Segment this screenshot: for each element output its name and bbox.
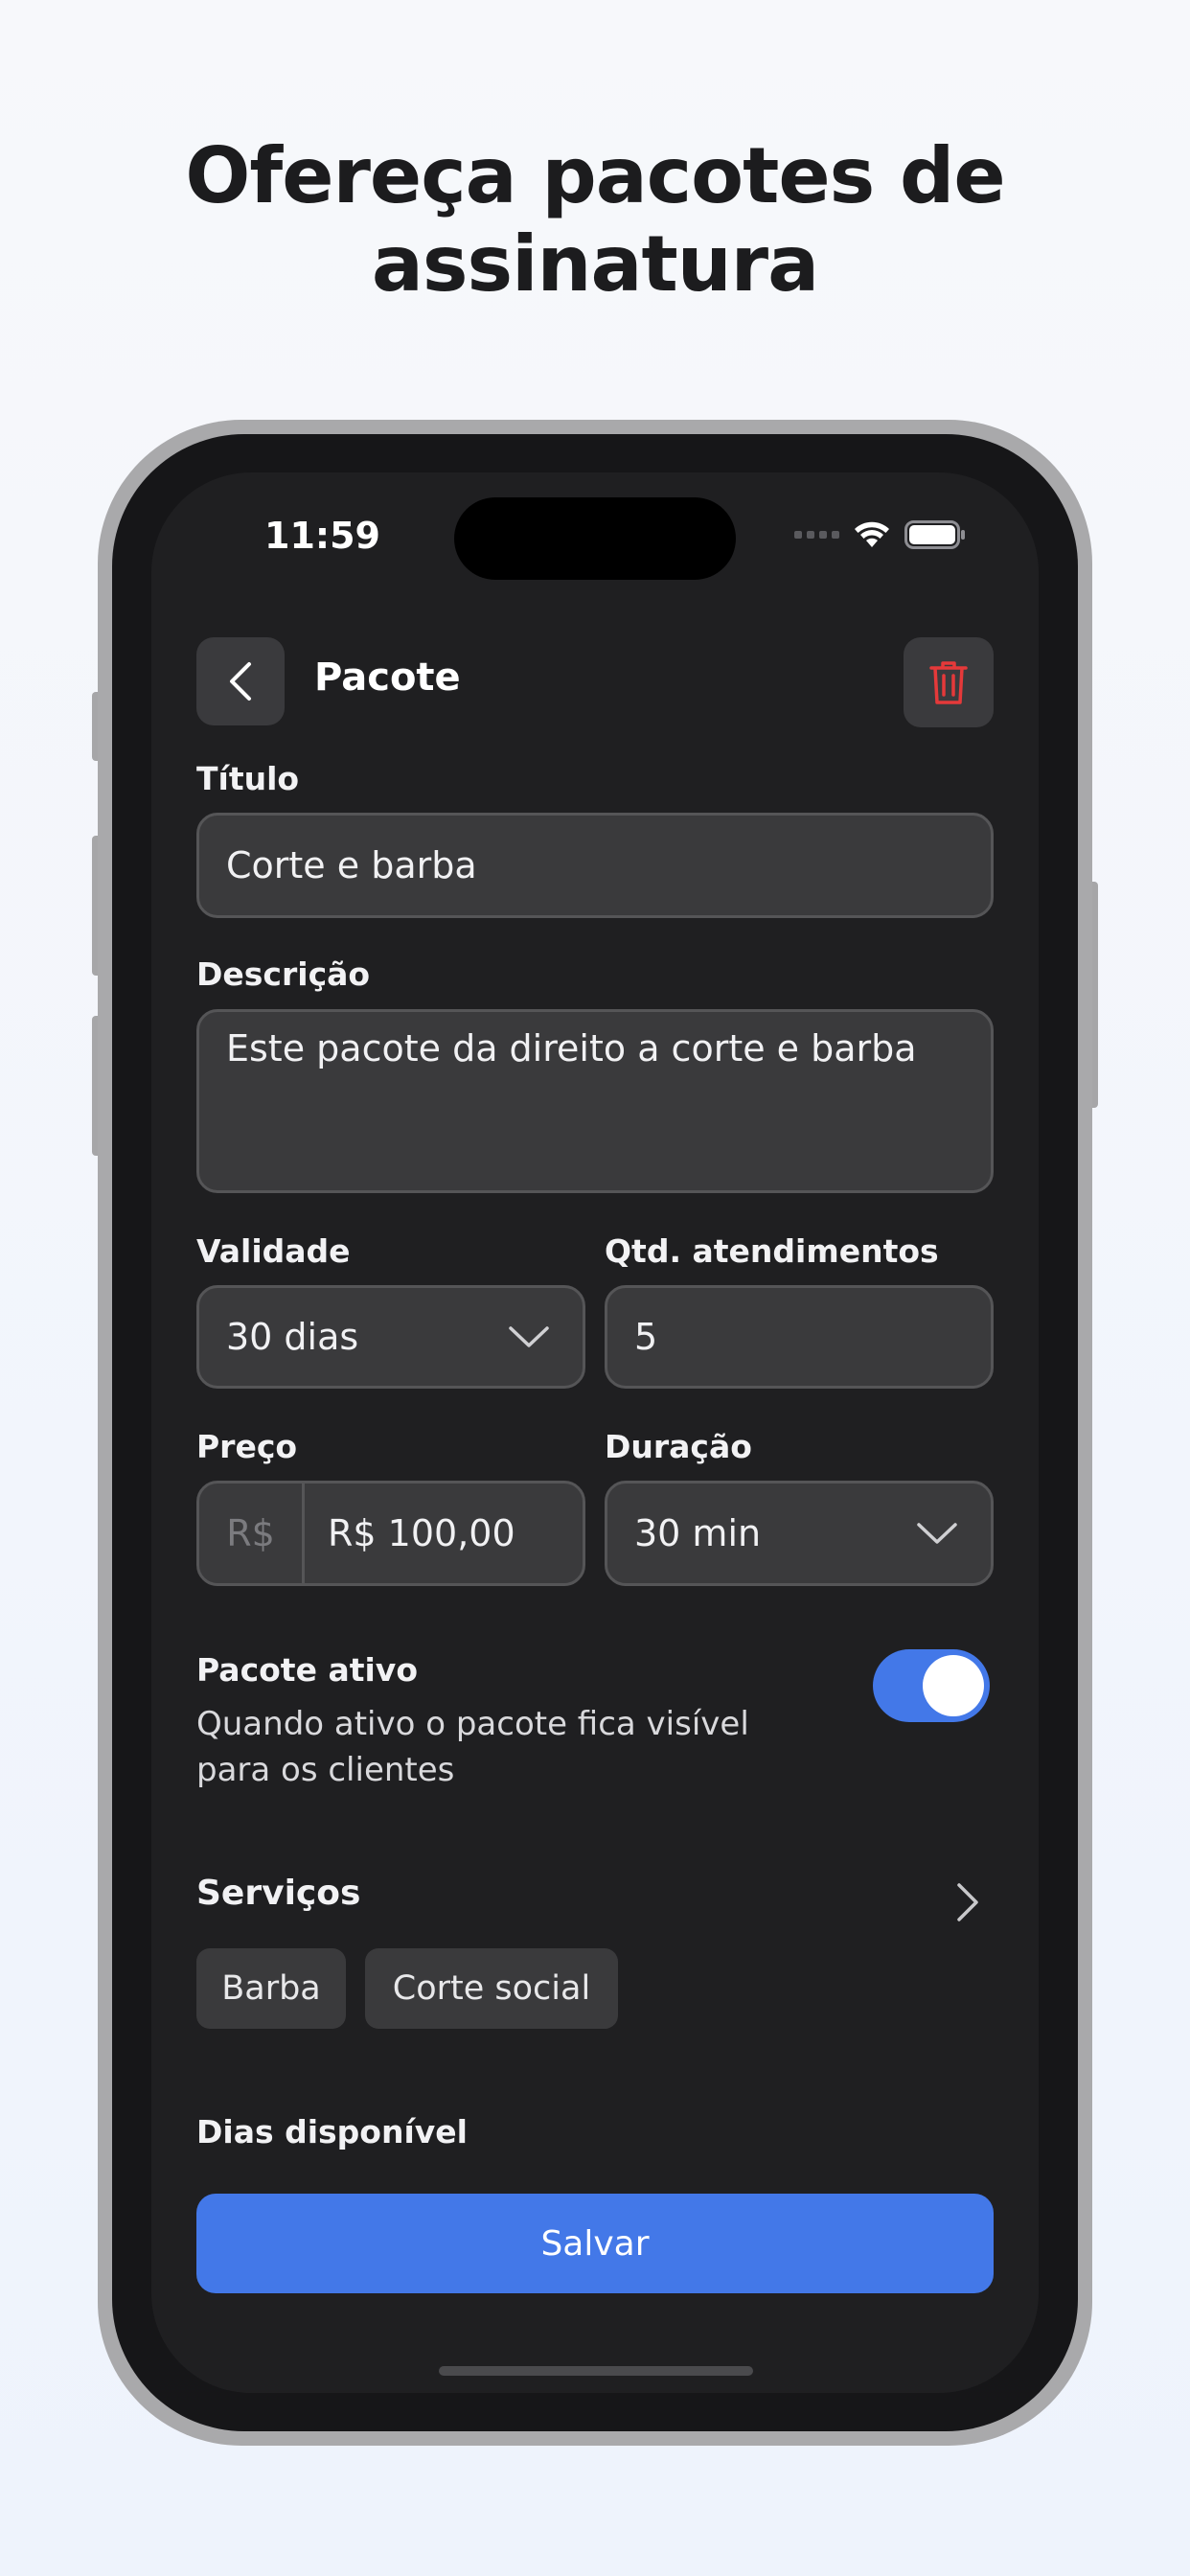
chevron-down-icon — [917, 1523, 957, 1544]
pacote-ativo-description-line-2: para os clientes — [196, 1751, 455, 1789]
descricao-label: Descrição — [196, 955, 371, 993]
page-title: Pacote — [314, 656, 461, 700]
delete-button[interactable] — [904, 637, 994, 727]
dias-disponivel-label: Dias disponível — [196, 2113, 468, 2150]
headline-line-1: Ofereça pacotes de — [185, 131, 1005, 220]
descricao-textarea[interactable]: Este pacote da direito a corte e barba — [196, 1009, 994, 1193]
titulo-label: Título — [196, 760, 300, 797]
qtd-atendimentos-label: Qtd. atendimentos — [605, 1232, 939, 1270]
qtd-atendimentos-value: 5 — [634, 1316, 658, 1358]
status-icons — [794, 520, 966, 549]
validade-select[interactable]: 30 dias — [196, 1285, 585, 1389]
preco-value: R$ 100,00 — [328, 1512, 515, 1554]
trash-icon — [929, 661, 968, 704]
phone-screen: 11:59 Pacote Título Corte e barba Descri… — [151, 472, 1039, 2393]
save-button[interactable]: Salvar — [196, 2194, 994, 2293]
chevron-left-icon — [230, 662, 251, 701]
servicos-label: Serviços — [196, 1874, 361, 1913]
headline-line-2: assinatura — [371, 219, 819, 309]
qtd-atendimentos-input[interactable]: 5 — [605, 1285, 994, 1389]
duracao-value: 30 min — [634, 1512, 762, 1554]
descricao-value: Este pacote da direito a corte e barba — [226, 1027, 917, 1070]
dynamic-island — [454, 497, 736, 580]
chevron-down-icon — [509, 1326, 549, 1347]
titulo-value: Corte e barba — [226, 844, 477, 886]
service-chip-corte-social[interactable]: Corte social — [365, 1948, 618, 2029]
preco-input[interactable]: R$ R$ 100,00 — [196, 1481, 585, 1586]
currency-prefix: R$ — [199, 1484, 305, 1583]
home-indicator — [439, 2366, 753, 2376]
cellular-signal-icon — [794, 531, 839, 539]
pacote-ativo-description: Quando ativo o pacote fica visível para … — [196, 1701, 790, 1793]
validade-value: 30 dias — [226, 1316, 359, 1358]
duracao-label: Duração — [605, 1428, 752, 1465]
titulo-input[interactable]: Corte e barba — [196, 813, 994, 918]
duracao-select[interactable]: 30 min — [605, 1481, 994, 1586]
battery-icon — [904, 520, 965, 549]
pacote-ativo-toggle[interactable] — [873, 1649, 990, 1722]
pacote-ativo-description-line-1: Quando ativo o pacote fica visível — [196, 1705, 749, 1743]
validade-label: Validade — [196, 1232, 351, 1270]
chevron-right-icon[interactable] — [954, 1881, 981, 1923]
wifi-icon — [855, 521, 889, 547]
preco-label: Preço — [196, 1428, 298, 1465]
service-chip-barba[interactable]: Barba — [196, 1948, 346, 2029]
toggle-knob — [923, 1655, 984, 1716]
headline: Ofereça pacotes de assinatura — [0, 132, 1190, 309]
status-time: 11:59 — [264, 515, 380, 557]
pacote-ativo-label: Pacote ativo — [196, 1651, 418, 1689]
back-button[interactable] — [196, 637, 285, 725]
